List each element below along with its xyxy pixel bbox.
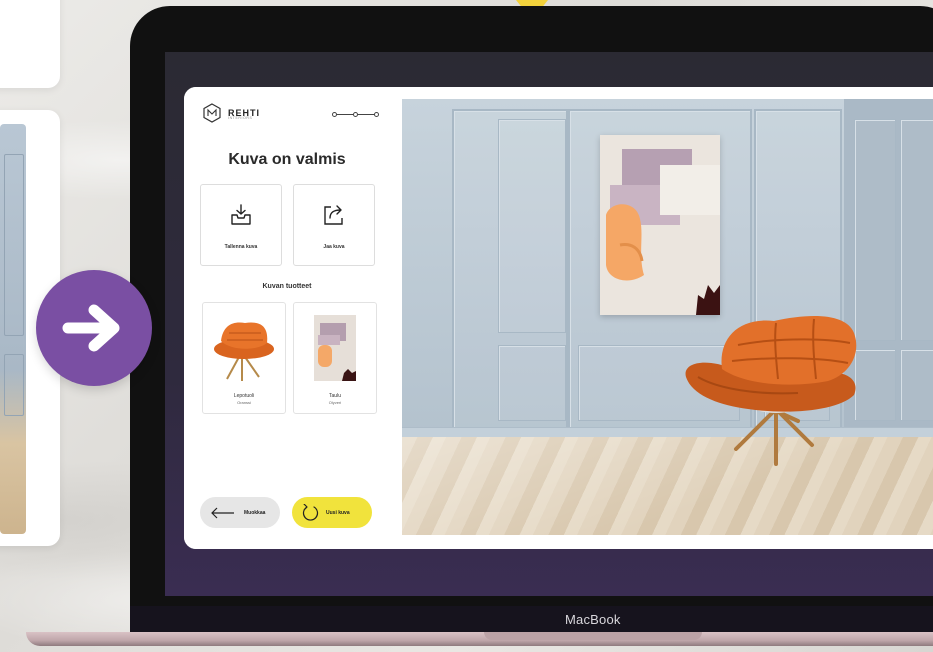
brand-subtitle: INTERIORS xyxy=(228,116,253,120)
refresh-icon xyxy=(302,503,319,521)
step-dot xyxy=(353,112,358,117)
door-panel xyxy=(900,349,933,421)
save-image-label: Tallenna kuva xyxy=(224,244,258,250)
progress-steps xyxy=(332,112,379,117)
product-card-chair[interactable]: Lepotuoli Oranssi xyxy=(202,302,286,414)
product-variant: Olyveri xyxy=(328,400,342,405)
sidebar: REHTI INTERIORS Kuva on valmis Tallenna … xyxy=(184,87,390,549)
room-preview-image xyxy=(402,99,933,535)
chair-product-image xyxy=(214,322,274,381)
product-card-painting[interactable]: Taulu Olyveri xyxy=(293,302,377,414)
product-name: Lepotuoli xyxy=(233,393,255,399)
share-image-label: Jaa kuva xyxy=(323,244,345,250)
device-label: MacBook xyxy=(565,612,621,627)
save-image-button[interactable]: Tallenna kuva xyxy=(200,184,282,266)
share-image-button[interactable]: Jaa kuva xyxy=(293,184,375,266)
new-image-label: Uusi kuva xyxy=(326,509,350,516)
laptop-base xyxy=(26,632,933,646)
door-panel xyxy=(900,119,933,341)
laptop-notch xyxy=(484,632,702,640)
wall-panel xyxy=(498,345,566,421)
product-name: Taulu xyxy=(329,393,341,399)
app-window: REHTI INTERIORS Kuva on valmis Tallenna … xyxy=(184,87,933,549)
step-dot xyxy=(374,112,379,117)
new-image-button[interactable]: Uusi kuva xyxy=(292,497,372,528)
arrow-right-icon xyxy=(36,270,152,386)
wall-painting xyxy=(600,135,720,315)
download-tray-icon xyxy=(231,204,251,225)
hexagon-logo-icon xyxy=(203,103,221,123)
edit-back-button[interactable]: Muokkaa xyxy=(200,497,280,528)
armchair xyxy=(685,316,857,466)
edit-button-label: Muokkaa xyxy=(244,509,266,516)
painting-product-image xyxy=(314,315,356,381)
page-title: Kuva on valmis xyxy=(228,151,346,168)
room-thumbnail xyxy=(0,124,26,534)
arrow-left-icon xyxy=(211,507,234,518)
brand-logo[interactable]: REHTI INTERIORS xyxy=(202,103,260,123)
step-dot xyxy=(332,112,337,117)
background-card xyxy=(0,0,60,88)
wall-panel xyxy=(498,119,566,333)
laptop-chin xyxy=(130,606,933,634)
products-heading: Kuvan tuotteet xyxy=(262,283,312,290)
product-variant: Oranssi xyxy=(237,400,251,405)
share-icon xyxy=(324,205,343,225)
